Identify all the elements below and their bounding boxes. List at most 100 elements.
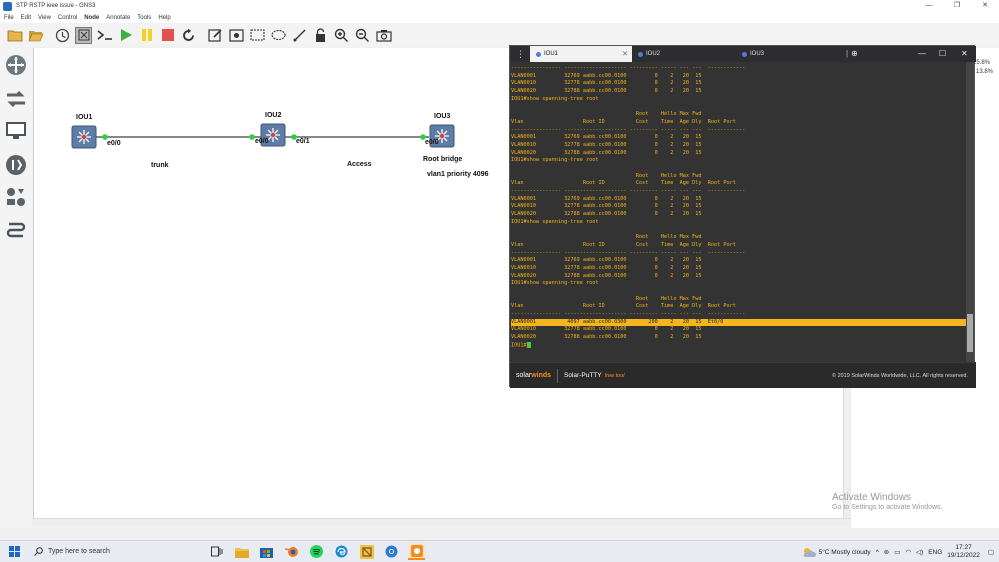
browse-end-devices-icon[interactable] [5,120,27,142]
lock-icon[interactable] [312,27,329,44]
browse-all-devices-icon[interactable] [5,186,27,208]
putty-menu-button[interactable]: ⋮ [510,46,530,62]
tab-iou1[interactable]: IOU1 ✕ [530,46,632,62]
device-sidebar [0,48,32,528]
suspend-all-icon[interactable] [138,27,155,44]
add-note-icon[interactable] [207,27,224,44]
browse-security-devices-icon[interactable] [5,154,27,176]
blender-icon[interactable] [283,543,300,560]
history-icon[interactable] [54,27,71,44]
switch-iou3[interactable] [429,124,455,150]
zoom-value-2: 13.8% [976,69,994,75]
terminal-cursor [526,341,531,348]
window-controls: — ❐ ✕ [915,0,999,12]
putty-maximize-button[interactable]: ☐ [939,46,946,62]
tab-iou3[interactable]: IOU3 [736,46,844,62]
switch-iou1[interactable] [71,125,97,151]
open-project-icon[interactable] [27,27,44,44]
tab-iou3-label: IOU3 [750,51,765,57]
terminal-scrollbar[interactable] [966,62,974,362]
menu-annotate[interactable]: Annotate [106,15,130,21]
switch-iou2[interactable] [260,123,286,149]
start-all-icon[interactable] [117,27,134,44]
notifications-icon[interactable]: ▢ [988,548,994,556]
terminal-line: Root Hello Max Fwd [511,172,702,179]
terminal-line: VLAN0010 32778 aabb.cc00.0100 0 2 20 15 [511,326,702,333]
chrome-icon[interactable] [383,543,400,560]
task-view-icon[interactable] [208,543,225,560]
footer-divider [557,368,559,383]
volume-icon[interactable]: ◁) [916,548,923,556]
browse-routers-icon[interactable] [5,54,27,76]
minimize-button[interactable]: — [915,0,943,12]
gns3-app-icon [3,1,12,11]
desktop: STP RSTP ieee issue - GNS3 — ❐ ✕ File Ed… [0,0,999,562]
zoom-out-icon[interactable] [354,27,371,44]
file-explorer-icon[interactable] [233,543,250,560]
browse-switches-icon[interactable] [5,88,27,110]
terminal-scroll-thumb[interactable] [967,314,973,352]
draw-line-icon[interactable] [291,27,308,44]
tray-chevron-icon[interactable]: ^ [876,549,879,556]
insert-picture-icon[interactable] [228,27,245,44]
note-access[interactable]: Access [347,161,372,168]
draw-ellipse-icon[interactable] [270,27,287,44]
node-label-iou2: IOU2 [265,112,282,119]
toolbar [0,23,999,47]
terminal-output[interactable]: ---------------- -------------------- --… [510,62,968,362]
terminal-line: VLAN0001 32769 aabb.cc00.0100 0 2 20 15 [511,72,702,79]
putty-close-button[interactable]: ✕ [961,46,968,62]
note-root-bridge[interactable]: Root bridge [423,156,462,163]
wifi-icon[interactable]: ◠ [905,548,911,556]
search-placeholder: Type here to search [48,548,110,555]
tab-iou2[interactable]: IOU2 [632,46,736,62]
taskbar-clock[interactable]: 17:27 19/12/2022 [947,544,980,560]
menu-node[interactable]: Node [84,15,99,21]
window-title: STP RSTP ieee issue - GNS3 [16,3,96,9]
terminal-line: Root Hello Max Fwd [511,111,702,118]
port-label-iou3-e00: e0/0 [425,139,439,146]
add-tab-icon[interactable]: ⊕ [851,46,858,62]
note-vlan1-priority[interactable]: vlan1 priority 4096 [427,171,488,178]
spotify-icon[interactable] [308,543,325,560]
solar-putty-taskbar-icon[interactable] [408,543,425,560]
store-app-icon[interactable] [258,543,275,560]
putty-minimize-button[interactable]: — [918,46,926,62]
zoom-in-icon[interactable] [333,27,350,44]
snapshot-icon[interactable] [75,26,92,44]
menu-view[interactable]: View [38,15,51,21]
language-indicator[interactable]: ENG [928,549,942,556]
display-icon[interactable]: ▭ [894,548,900,556]
console-icon[interactable] [96,27,113,44]
terminal-line: VLAN0020 32788 aabb.cc00.0100 0 2 20 15 [511,334,702,341]
new-project-icon[interactable] [6,27,23,44]
edge-icon[interactable] [333,543,350,560]
add-link-icon[interactable] [5,220,27,242]
putty-footer: solarwinds Solar-PuTTY free tool © 2019 S… [510,362,976,388]
menubar: File Edit View Control Node Annotate Too… [0,12,999,23]
toolbar-separator [201,27,205,44]
close-button[interactable]: ✕ [971,0,999,12]
gns3-taskbar-icon[interactable] [358,543,375,560]
menu-file[interactable]: File [4,15,14,21]
menu-tools[interactable]: Tools [137,15,151,21]
menu-help[interactable]: Help [158,15,170,21]
start-button[interactable] [0,541,28,562]
draw-rectangle-icon[interactable] [249,27,266,44]
canvas-horizontal-scrollbar[interactable] [33,518,851,526]
terminal-line: ---------------- -------------------- --… [511,188,746,194]
reload-icon[interactable] [180,27,197,44]
network-icon[interactable]: ⊚ [884,548,889,556]
note-trunk[interactable]: trunk [151,162,169,169]
menu-control[interactable]: Control [58,15,77,21]
screenshot-icon[interactable] [375,27,392,44]
tab-close-icon[interactable]: ✕ [622,50,628,58]
stop-all-icon[interactable] [159,27,176,44]
taskbar-search[interactable]: Type here to search [28,541,198,562]
menu-edit[interactable]: Edit [21,15,31,21]
weather-text[interactable]: 5°C Mostly cloudy [819,549,871,556]
system-tray: 5°C Mostly cloudy ^ ⊚ ▭ ◠ ◁) ENG 17:27 1… [802,541,999,562]
maximize-button[interactable]: ❐ [943,0,971,12]
